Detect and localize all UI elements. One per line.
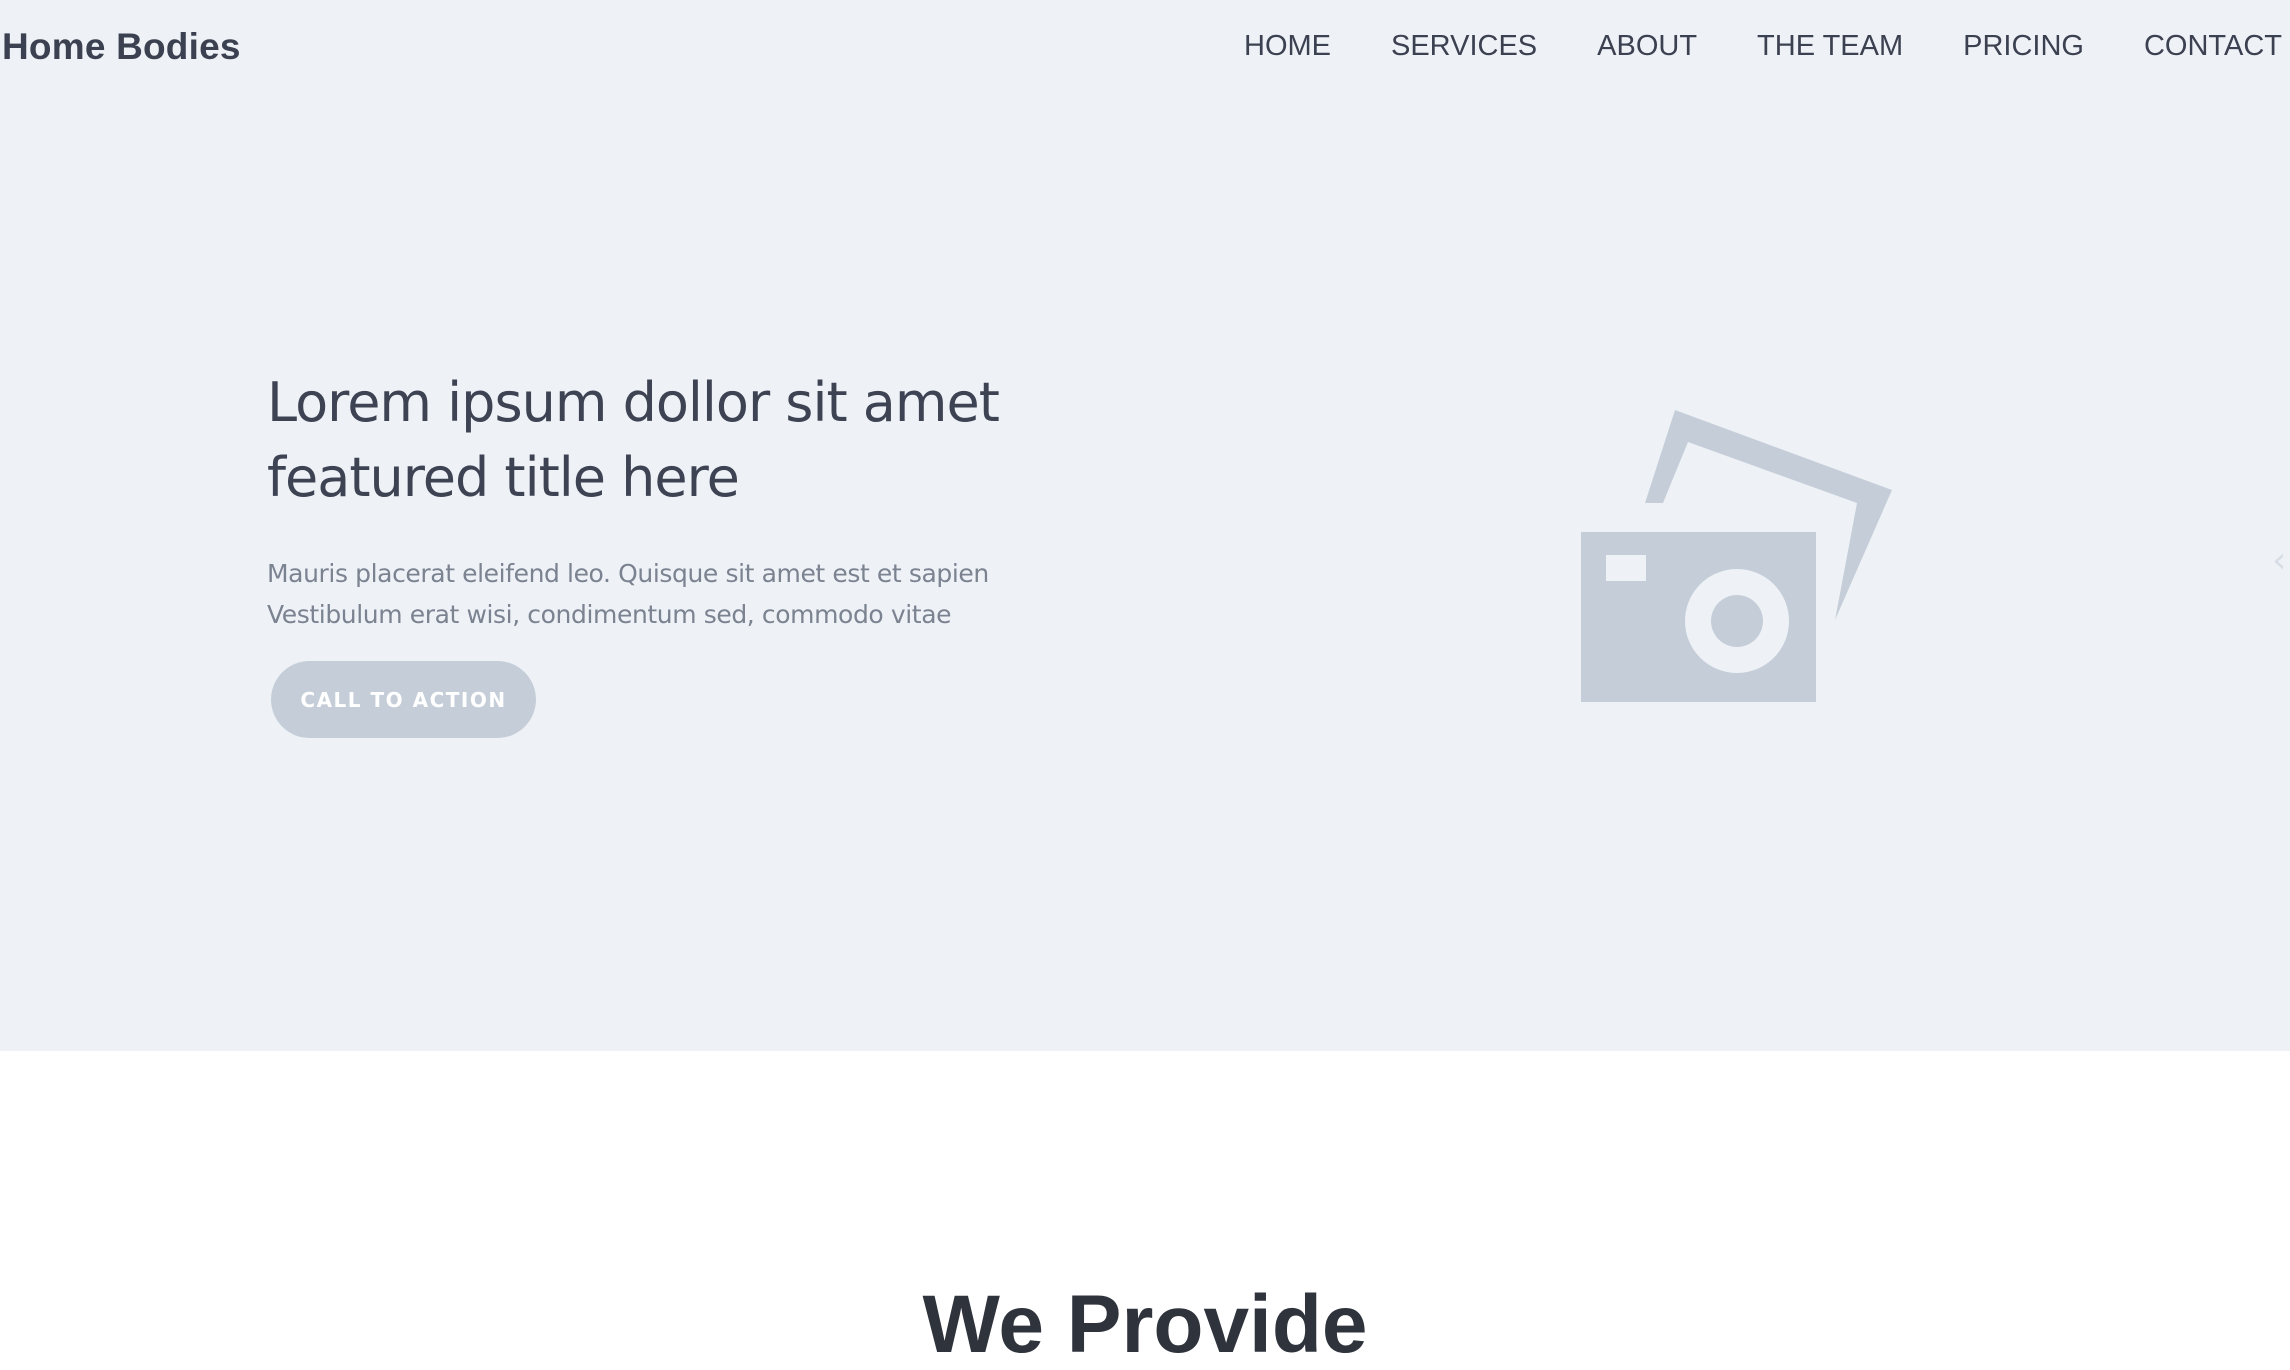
hero-title-line-2: featured title here bbox=[267, 446, 740, 509]
section-heading: We Provide bbox=[922, 1279, 1368, 1370]
hero-subtitle-line-2: Vestibulum erat wisi, condimentum sed, c… bbox=[267, 600, 952, 629]
navbar: Home Bodies HOME SERVICES ABOUT THE TEAM… bbox=[0, 0, 2290, 96]
nav-link-about[interactable]: ABOUT bbox=[1597, 30, 1697, 63]
hero-subtitle: Mauris placerat eleifend leo. Quisque si… bbox=[267, 553, 1027, 635]
nav-link-services[interactable]: SERVICES bbox=[1391, 30, 1537, 63]
nav-link-the-team[interactable]: THE TEAM bbox=[1757, 30, 1903, 63]
brand-logo[interactable]: Home Bodies bbox=[2, 26, 241, 68]
nav-link-pricing[interactable]: PRICING bbox=[1963, 30, 2084, 63]
nav-menu: HOME SERVICES ABOUT THE TEAM PRICING CON… bbox=[1184, 30, 2282, 63]
carousel-next-arrow-icon[interactable]: ‹ bbox=[2272, 540, 2286, 581]
hero-title: Lorem ipsum dollor sit amet featured tit… bbox=[267, 365, 1027, 515]
hero-title-line-1: Lorem ipsum dollor sit amet bbox=[267, 371, 1000, 434]
nav-link-contact[interactable]: CONTACT bbox=[2144, 30, 2282, 63]
hero-section: Home Bodies HOME SERVICES ABOUT THE TEAM… bbox=[0, 0, 2290, 1051]
photo-placeholder-icon bbox=[1581, 410, 1892, 702]
call-to-action-button[interactable]: CALL TO ACTION bbox=[271, 661, 536, 738]
hero-text: Lorem ipsum dollor sit amet featured tit… bbox=[267, 365, 1027, 635]
hero-subtitle-line-1: Mauris placerat eleifend leo. Quisque si… bbox=[267, 559, 989, 588]
nav-link-home[interactable]: HOME bbox=[1244, 30, 1331, 63]
